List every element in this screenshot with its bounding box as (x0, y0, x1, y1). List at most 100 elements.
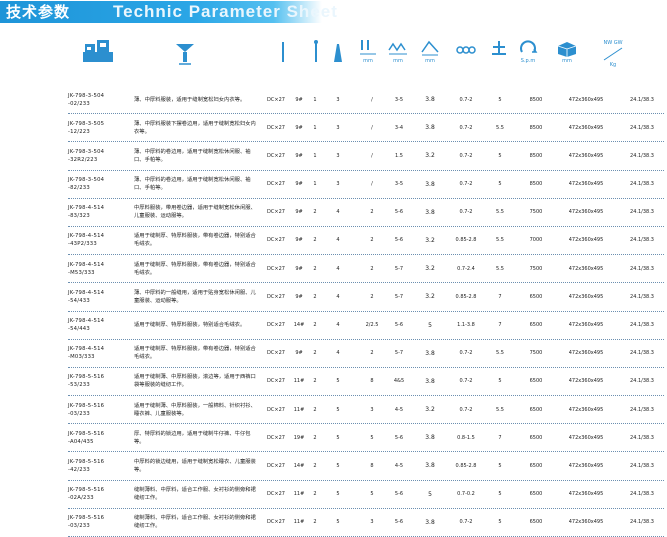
needle-system: DC×27 (267, 378, 285, 385)
max-speed: 8500 (529, 96, 543, 103)
needle-count: 1 (313, 124, 317, 131)
needle-count: 2 (313, 265, 317, 272)
differential-feed: 0.7-2 (459, 209, 473, 216)
table-row: JK-798-4-514 -M03/333 适用于缝制厚、特厚料服装，带有卷边器，特… (68, 340, 664, 368)
model-line-1: JK-798-5-516 (68, 374, 105, 381)
needle-size: 9# (295, 265, 303, 272)
differential-feed: 0.7-2.4 (457, 265, 475, 272)
weight: 24.1/38.3 (630, 293, 654, 300)
package-dimension: 472x360x495 (568, 350, 604, 357)
model-line-2: -53/233 (68, 382, 90, 389)
differential-feed: 0.8-1.5 (457, 434, 475, 441)
description: 中厚料的锁边缝用，适用于缝制宽松睡衣、儿童服装等。 (134, 458, 256, 473)
presser-lift: 7 (498, 322, 502, 328)
header-icon-row: mm mm mm S.p.m mm NW GW Kg (0, 38, 667, 86)
needle-count: 2 (313, 519, 317, 526)
stitch-length: 3.8 (425, 377, 435, 385)
max-speed: 6500 (529, 491, 543, 498)
description: 缝制薄料、中厚料，适合工作服、女衬衫的侧旁和裙缝纫工作。 (134, 515, 256, 530)
model-line-1: JK-798-3-504 (68, 92, 105, 99)
table-row: JK-798-4-514 -54/443 适用于缝制厚、特厚料服装，特别适合毛绒衣。… (68, 312, 664, 340)
description: 厚、特厚料的锁边用，适用于缝制牛仔裤、牛仔包等。 (134, 430, 251, 445)
overedge-width: 5-7 (394, 350, 404, 357)
needle-count: 2 (313, 350, 317, 357)
thread-count: 5 (336, 434, 340, 441)
thread-count: 4 (336, 293, 340, 300)
max-speed: 6500 (529, 406, 543, 413)
package-dimension: 472x360x495 (568, 293, 604, 300)
overedge-width: 5-6 (394, 209, 404, 216)
overedge-width-icon: mm (386, 38, 410, 86)
presser-lift: 5.5 (496, 124, 504, 131)
needle-size: 9# (295, 124, 303, 131)
model-number: JK-798-3-504 -32R2/223 (68, 142, 132, 169)
description: 适用于缝制薄、中厚料服装，一般棉料、针织衬衫、睡衣裤、儿童服装等。 (134, 402, 256, 417)
stitch-length: 3.2 (425, 152, 435, 160)
overedge-width: 3-5 (394, 181, 404, 188)
stitch-width: 8 (370, 378, 374, 385)
needle-system: DC×27 (267, 237, 285, 244)
overedge-width: 5-6 (394, 519, 404, 526)
needle-size: 9# (295, 181, 303, 188)
stitch-length: 3.8 (425, 180, 435, 188)
needle-system: DC×27 (267, 124, 285, 131)
model-line-1: JK-798-5-516 (68, 402, 105, 409)
package-dimension: 472x360x495 (568, 96, 604, 103)
needle-system: DC×27 (267, 491, 285, 498)
differential-feed: 0.7-2 (459, 181, 473, 188)
max-speed: 6500 (529, 434, 543, 441)
stitch-width: 2 (370, 350, 374, 357)
table-row: JK-798-3-504 -82/233 薄、中厚料的卷边用，适用于缝制宽松休闲服、… (68, 171, 664, 199)
model-number: JK-798-3-504 -82/233 (68, 171, 132, 198)
max-speed: 7000 (529, 237, 543, 244)
model-line-2: -82/233 (68, 185, 90, 192)
description: 适用于缝制厚、特厚料服装，带有卷边器，特别适合毛绒衣。 (134, 233, 256, 248)
differential-feed: 0.7-0.2 (457, 491, 475, 498)
model-line-1: JK-798-4-514 (68, 205, 105, 212)
presser-lift: 7 (498, 434, 502, 441)
package-dimension: 472x360x495 (568, 209, 604, 216)
speed-icon: S.p.m (513, 38, 543, 86)
table-row: JK-798-5-516 -03/233 缝制薄料、中厚料，适合工作服、女衬衫的侧旁… (68, 509, 664, 537)
presser-lift: 5.5 (496, 406, 504, 413)
stitch-length: 3.8 (425, 96, 435, 103)
stitch-length: 3.2 (425, 265, 435, 273)
unit-kg: Kg (609, 62, 617, 68)
model-line-2: -02A/233 (68, 495, 94, 502)
overedge-width: 1.5 (395, 152, 403, 159)
needle-system: DC×27 (267, 293, 285, 300)
needle-count: 2 (313, 293, 317, 300)
package-dimension: 472x360x495 (568, 181, 604, 188)
model-line-1: JK-798-5-516 (68, 487, 105, 494)
table-row: JK-798-4-514 -43P2/333 适用于缝制厚、特厚料服装，带有卷边器，… (68, 227, 664, 256)
unit-mm-c: mm (425, 58, 435, 64)
table-row: JK-798-5-516 -42/233 中厚料的锁边缝用，适用于缝制宽松睡衣、儿童… (68, 452, 664, 481)
presser-foot-icon (170, 38, 200, 86)
presser-lift: 5 (498, 181, 502, 188)
description: 缝制薄料、中厚料，适合工作服、女衬衫的侧旁和裙缝纫工作。 (134, 487, 256, 502)
stitch-width: 5 (370, 491, 374, 498)
differential-feed: 0.7-2 (459, 124, 473, 131)
stitch-length: 3.8 (425, 349, 435, 357)
weight: 24.1/38.3 (630, 350, 654, 357)
model-line-1: JK-798-3-504 (68, 177, 105, 184)
stitch-length: 5 (428, 490, 432, 498)
overedge-width: 3-5 (394, 96, 404, 103)
max-speed: 8500 (529, 152, 543, 159)
needle-count: 2 (313, 491, 317, 498)
presser-lift: 7 (498, 293, 502, 300)
max-speed: 6500 (529, 519, 543, 526)
weight: 24.1/38.3 (630, 181, 654, 188)
thread-count: 4 (336, 350, 340, 357)
thread-count: 3 (336, 152, 340, 159)
needle-size: 19# (293, 434, 305, 441)
description: 适用于缝制薄、中厚料服装，滚边等，适用于西裤口袋等服装的缝纫工作。 (134, 374, 256, 389)
model-number: JK-798-5-516 -53/233 (68, 368, 132, 395)
max-speed: 7500 (529, 265, 543, 272)
model-line-2: -83/323 (68, 213, 90, 220)
weight: 24.1/38.3 (630, 434, 654, 441)
package-dimension: 472x360x495 (568, 462, 604, 469)
model-number: JK-798-4-514 -83/323 (68, 199, 132, 226)
needle-size: 11# (293, 378, 305, 385)
overedge-width: 5-6 (394, 322, 404, 328)
